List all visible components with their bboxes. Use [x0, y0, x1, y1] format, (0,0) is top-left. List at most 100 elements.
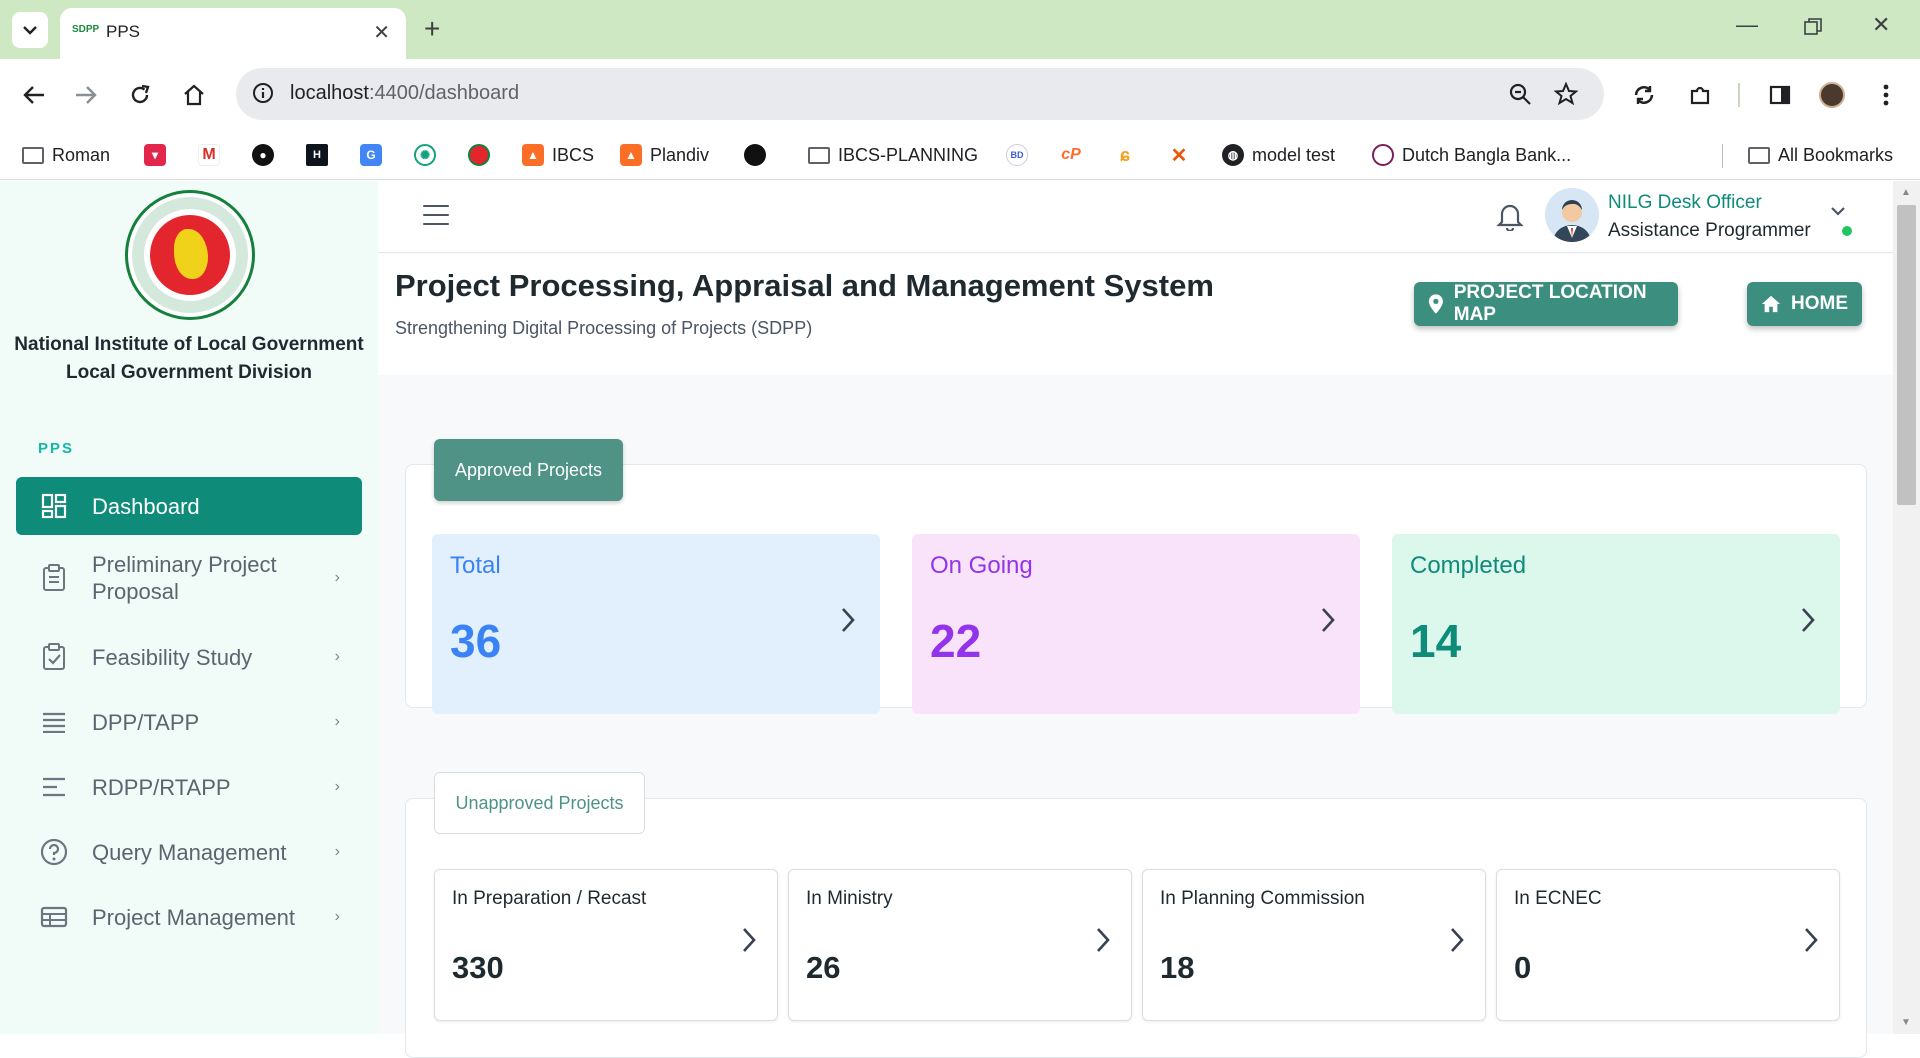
chevron-right-icon [1805, 928, 1818, 952]
stat-card-completed[interactable]: Completed 14 [1392, 534, 1840, 714]
window-close-icon[interactable]: ✕ [1872, 12, 1890, 38]
dark-circle-icon [744, 144, 766, 166]
table-icon [40, 903, 68, 931]
chevron-down-icon[interactable] [1830, 203, 1846, 221]
bookmark-cpanel[interactable]: cP [1060, 140, 1082, 170]
bookmark-dbbl[interactable]: Dutch Bangla Bank... [1372, 140, 1571, 170]
organization-name: National Institute of Local Government L… [0, 331, 378, 387]
tab-unapproved-projects[interactable]: Unapproved Projects [434, 772, 645, 834]
scroll-down-arrow-icon[interactable]: ▼ [1901, 1017, 1911, 1028]
bookmark-label: Dutch Bangla Bank... [1402, 144, 1572, 165]
side-panel-icon[interactable] [1760, 75, 1800, 115]
address-bar[interactable]: localhost:4400/dashboard [236, 68, 1604, 120]
restore-icon[interactable] [1804, 16, 1822, 42]
sidebar-item-rdpp-rtapp[interactable]: RDPP/RTAPP › [16, 758, 362, 816]
status-card-in-ecnec[interactable]: In ECNEC 0 [1496, 869, 1840, 1021]
home-browser-icon[interactable] [174, 75, 214, 115]
bookmark-x[interactable]: ✕ [1168, 140, 1190, 170]
sidebar-item-preliminary-project-proposal[interactable]: Preliminary Project Proposal › [16, 542, 362, 614]
toolbar-divider [1738, 83, 1740, 107]
status-card-label: In Planning Commission [1160, 888, 1365, 909]
bookmark-gmail[interactable]: M [198, 140, 220, 170]
bookmark-dark-site[interactable] [744, 140, 766, 170]
align-left-icon [40, 773, 68, 801]
bookmark-label: IBCS [552, 144, 595, 165]
clipboard-icon [40, 564, 68, 592]
bookmark-roman[interactable]: Roman [22, 140, 110, 170]
github-icon: ● [252, 144, 274, 166]
status-card-label: In Preparation / Recast [452, 888, 647, 909]
page-header: Project Processing, Appraisal and Manage… [378, 254, 1893, 375]
chatgpt-icon: ✺ [414, 144, 436, 166]
bookmark-pocket[interactable]: ▾ [144, 140, 166, 170]
hamburger-menu-icon[interactable] [423, 205, 449, 227]
all-bookmarks[interactable]: All Bookmarks [1748, 140, 1893, 170]
status-card-in-preparation[interactable]: In Preparation / Recast 330 [434, 869, 778, 1021]
reload-icon[interactable] [120, 75, 160, 115]
tab-approved-projects[interactable]: Approved Projects [434, 439, 623, 501]
government-logo [125, 190, 255, 320]
browser-toolbar: localhost:4400/dashboard [0, 59, 1920, 130]
status-card-value: 330 [452, 950, 504, 985]
home-button-label: HOME [1791, 293, 1848, 314]
bookmark-leetcode[interactable]: ɕ [1114, 140, 1136, 170]
minimize-icon[interactable]: — [1736, 12, 1758, 38]
bookmark-github[interactable]: ● [252, 140, 274, 170]
globe-icon: ◍ [1222, 144, 1244, 166]
sidebar: National Institute of Local Government L… [0, 181, 378, 1034]
tab-search-button[interactable] [12, 12, 48, 48]
forward-icon[interactable] [66, 75, 106, 115]
bookmark-star-icon[interactable] [1553, 81, 1579, 111]
folder-icon [808, 146, 830, 164]
close-icon[interactable]: ✕ [373, 20, 390, 45]
bookmark-hackerrank[interactable]: H [306, 140, 328, 170]
sync-extension-icon[interactable] [1624, 75, 1664, 115]
list-icon [40, 708, 68, 736]
bookmark-label: Plandiv [650, 144, 710, 165]
bookmark-google-translate[interactable]: G [360, 140, 382, 170]
user-name[interactable]: NILG Desk Officer [1608, 192, 1762, 214]
bookmark-bd-gov[interactable] [468, 140, 490, 170]
gitlab-icon: ▲ [522, 144, 544, 166]
sidebar-item-feasibility-study[interactable]: Feasibility Study › [16, 628, 362, 686]
status-card-label: In Ministry [806, 888, 893, 909]
scroll-up-arrow-icon[interactable]: ▲ [1901, 187, 1911, 198]
sidebar-item-label: Query Management [92, 839, 287, 865]
bookmark-bd[interactable]: BD [1006, 140, 1028, 170]
sdpp-favicon-icon: SDPP [72, 24, 100, 35]
map-pin-icon [1428, 294, 1443, 314]
bookmark-model-test[interactable]: ◍ model test [1222, 140, 1335, 170]
sidebar-item-dpp-tapp[interactable]: DPP/TAPP › [16, 693, 362, 751]
site-info-icon[interactable] [252, 82, 274, 109]
new-tab-button[interactable]: + [424, 12, 440, 46]
bookmark-plandiv[interactable]: ▲ Plandiv [620, 140, 709, 170]
stat-card-total[interactable]: Total 36 [432, 534, 880, 714]
status-card-in-planning-commission[interactable]: In Planning Commission 18 [1142, 869, 1486, 1021]
scrollbar-thumb[interactable] [1897, 205, 1916, 505]
sidebar-item-project-management[interactable]: Project Management › [16, 888, 362, 946]
zoom-icon[interactable] [1508, 82, 1532, 111]
gitlab-icon: ▲ [620, 144, 642, 166]
page-scrollbar[interactable]: ▲ ▼ [1893, 181, 1920, 1034]
chrome-menu-icon[interactable] [1866, 75, 1906, 115]
extensions-icon[interactable] [1680, 75, 1720, 115]
chevron-right-icon: › [334, 778, 340, 795]
all-bookmarks-label: All Bookmarks [1778, 144, 1894, 165]
notification-bell-icon[interactable] [1496, 201, 1524, 236]
chevron-right-icon [1802, 608, 1815, 632]
stat-value: 36 [450, 615, 502, 667]
bookmark-chatgpt[interactable]: ✺ [414, 140, 436, 170]
stat-card-on-going[interactable]: On Going 22 [912, 534, 1360, 714]
user-avatar[interactable] [1545, 188, 1599, 242]
back-icon[interactable] [14, 75, 54, 115]
bookmark-ibcs-planning[interactable]: IBCS-PLANNING [808, 140, 978, 170]
bookmark-ibcs[interactable]: ▲ IBCS [522, 140, 594, 170]
browser-tab[interactable]: SDPP PPS ✕ [60, 8, 406, 59]
profile-avatar[interactable] [1812, 75, 1852, 115]
home-button[interactable]: HOME [1747, 282, 1862, 326]
status-card-in-ministry[interactable]: In Ministry 26 [788, 869, 1132, 1021]
project-location-map-button[interactable]: PROJECT LOCATION MAP [1414, 282, 1678, 326]
sidebar-item-query-management[interactable]: Query Management › [16, 823, 362, 881]
sidebar-item-dashboard[interactable]: Dashboard [16, 477, 362, 535]
cpanel-icon: cP [1060, 144, 1082, 166]
